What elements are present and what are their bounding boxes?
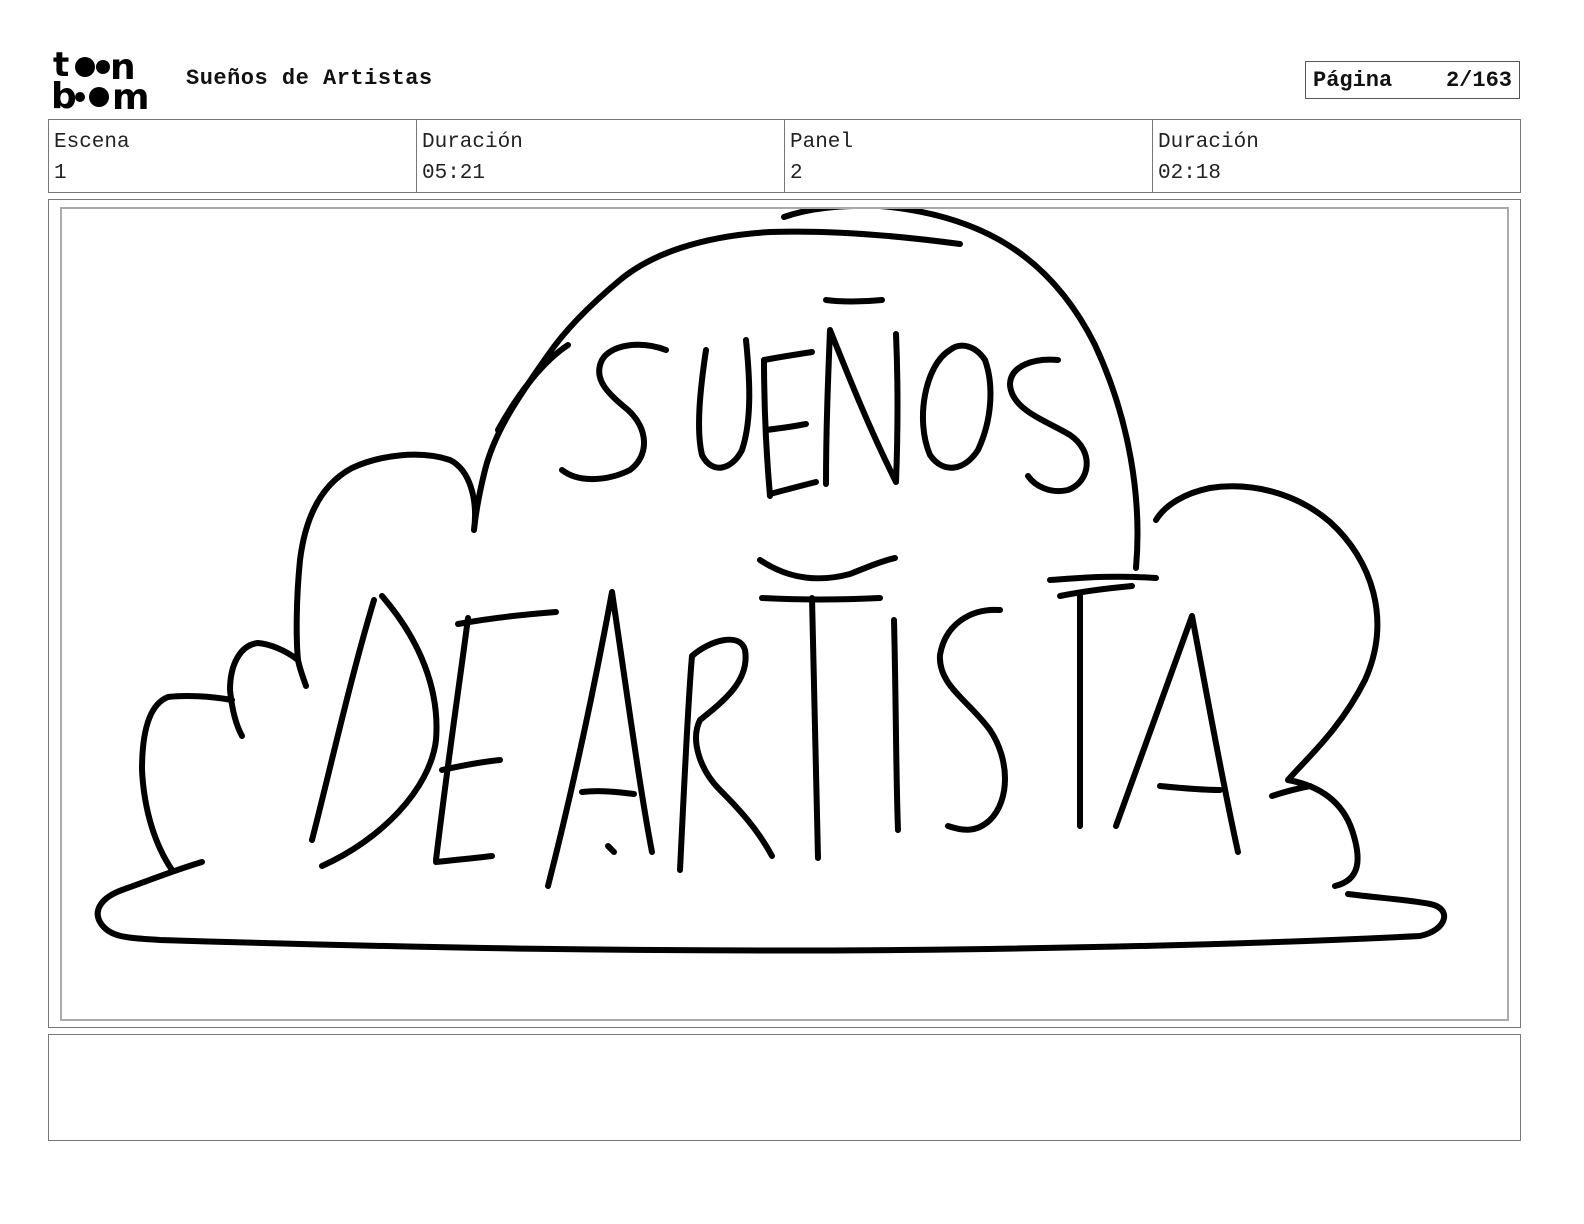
panel-value: 2	[790, 162, 803, 185]
storyboard-panel-image	[60, 207, 1509, 1021]
panel-duration-label: Duración	[1158, 131, 1259, 154]
page-label: Página	[1313, 67, 1393, 93]
scene-label: Escena	[54, 131, 130, 154]
cloud-outline	[94, 209, 1448, 954]
scene-cell: Escena 1	[49, 120, 417, 192]
scene-duration-cell: Duración 05:21	[417, 120, 785, 192]
sketch-stroke	[1047, 573, 1159, 583]
project-title: Sueños de Artistas	[186, 66, 433, 91]
panel-duration-value: 02:18	[1158, 162, 1222, 185]
toonboom-logo: t n b m	[50, 45, 165, 118]
panel-label: Panel	[790, 131, 854, 154]
lettering-deartista	[309, 583, 1241, 889]
lettering-suenos	[559, 297, 1090, 499]
sketch-stroke	[495, 342, 571, 433]
panel-cell: Panel 2	[785, 120, 1153, 192]
panel-info-row: Escena 1 Duración 05:21 Panel 2 Duración…	[48, 119, 1521, 193]
svg-text:m: m	[112, 77, 150, 112]
smile-stroke	[757, 555, 898, 582]
page-value: 2/163	[1445, 67, 1512, 93]
panel-notes-text	[49, 1035, 1520, 1051]
title-card-sketch	[94, 209, 1448, 954]
scene-duration-label: Duración	[422, 131, 523, 154]
sketch-stroke	[1269, 783, 1313, 799]
scene-value: 1	[54, 162, 67, 185]
svg-text:b: b	[51, 76, 77, 112]
panel-notes-box[interactable]	[48, 1034, 1521, 1141]
scene-duration-value: 05:21	[422, 162, 486, 185]
page-counter: Página 2/163	[1305, 61, 1520, 99]
panel-duration-cell: Duración 02:18	[1153, 120, 1520, 192]
